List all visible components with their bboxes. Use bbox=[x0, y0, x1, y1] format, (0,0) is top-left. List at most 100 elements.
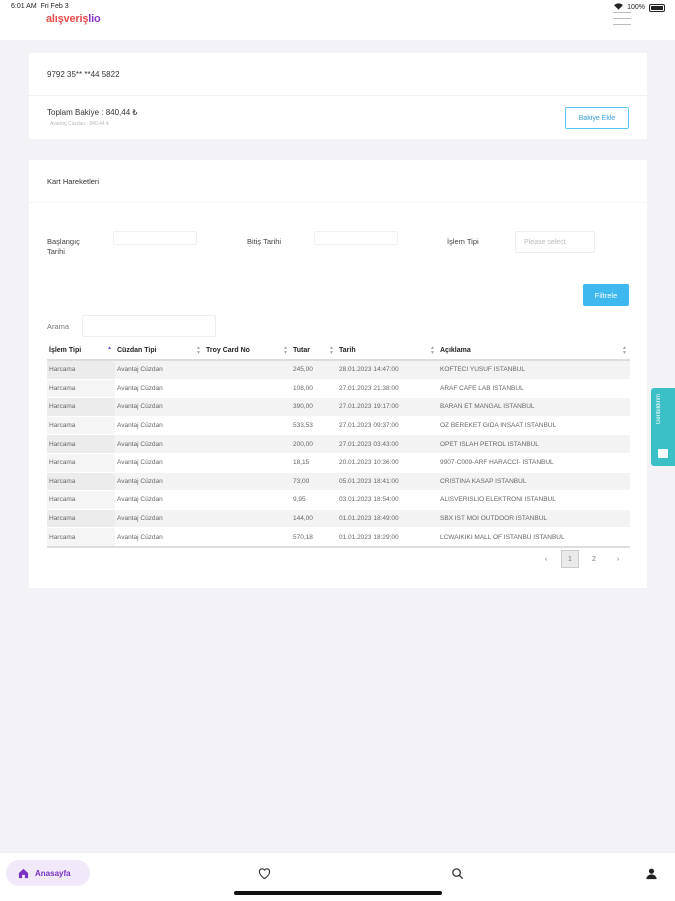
cell-description: CRISTINA KASAP ISTANBUL bbox=[438, 472, 630, 492]
table-row[interactable]: Harcama Avantaj Cüzdan 144,00 01.01.2023 18… bbox=[47, 509, 630, 529]
page-2-button[interactable]: 2 bbox=[585, 550, 603, 568]
cell-date: 03.01.2023 18:54:00 bbox=[337, 490, 438, 510]
cell-type: Harcama bbox=[47, 453, 115, 473]
cell-card bbox=[204, 360, 291, 380]
battery-icon bbox=[649, 3, 665, 12]
cell-wallet: Avantaj Cüzdan bbox=[115, 360, 204, 380]
feedback-tab[interactable]: Geribildirim bbox=[651, 388, 675, 466]
cell-card bbox=[204, 379, 291, 399]
cell-card bbox=[204, 434, 291, 454]
table-row[interactable]: Harcama Avantaj Cüzdan 108,00 27.01.2023 21… bbox=[47, 379, 630, 399]
cell-type: Harcama bbox=[47, 434, 115, 454]
sort-asc-icon: ▲ bbox=[107, 345, 112, 351]
cell-amount: 108,00 bbox=[291, 379, 337, 399]
search-input[interactable] bbox=[82, 315, 216, 337]
cell-amount: 200,00 bbox=[291, 434, 337, 454]
tab-home[interactable]: Anasayfa bbox=[6, 860, 90, 886]
status-time: 6:01 AM Fri Feb 3 bbox=[11, 3, 69, 10]
table-row[interactable]: Harcama Avantaj Cüzdan 390,00 27.01.2023 19… bbox=[47, 397, 630, 417]
cell-card bbox=[204, 490, 291, 510]
cell-description: LCWAIKIKI MALL OF ISTANBU ISTANBUL bbox=[438, 527, 630, 548]
cell-date: 27.01.2023 19:17:00 bbox=[337, 397, 438, 417]
card-number: 9792 35** **44 5822 bbox=[47, 70, 120, 79]
cell-description: KOFTECI YUSUF ISTANBUL bbox=[438, 360, 630, 380]
table-row[interactable]: Harcama Avantaj Cüzdan 18,15 20.01.2023 10:… bbox=[47, 453, 630, 473]
cell-date: 27.01.2023 09:37:00 bbox=[337, 416, 438, 436]
logo-text-accent: lio bbox=[88, 13, 101, 25]
heart-icon[interactable] bbox=[258, 867, 271, 880]
cell-description: SBX IST MOI OUTDOOR ISTANBUL bbox=[438, 509, 630, 529]
cell-card bbox=[204, 416, 291, 436]
sort-icon: ▲ ▼ bbox=[430, 345, 435, 356]
cell-date: 05.01.2023 18:41:00 bbox=[337, 472, 438, 492]
cell-wallet: Avantaj Cüzdan bbox=[115, 379, 204, 399]
search-icon[interactable] bbox=[451, 867, 464, 880]
cell-date: 27.01.2023 21:38:00 bbox=[337, 379, 438, 399]
cell-description: OPET ISLAH PETROL ISTANBUL bbox=[438, 434, 630, 454]
column-header-type[interactable]: İşlem Tipi ▲ bbox=[47, 342, 115, 361]
total-balance: Toplam Bakiye : 840,44 ₺ bbox=[47, 108, 138, 117]
type-label: İşlem Tipi bbox=[447, 237, 479, 246]
cell-type: Harcama bbox=[47, 360, 115, 380]
table-row[interactable]: Harcama Avantaj Cüzdan 533,53 27.01.2023 09… bbox=[47, 416, 630, 436]
cell-description: BARAN ET MANGAL ISTANBUL bbox=[438, 397, 630, 417]
cell-date: 20.01.2023 10:36:00 bbox=[337, 453, 438, 473]
column-header-wallet[interactable]: Cüzdan Tipi ▲ ▼ bbox=[115, 342, 204, 361]
cell-type: Harcama bbox=[47, 472, 115, 492]
page-1-button[interactable]: 1 bbox=[561, 550, 579, 568]
end-date-input[interactable] bbox=[314, 231, 398, 245]
battery-percent: 100% bbox=[627, 4, 645, 11]
cell-card bbox=[204, 472, 291, 492]
type-select[interactable]: Please select bbox=[515, 231, 595, 253]
cell-card bbox=[204, 397, 291, 417]
feedback-label: Geribildirim bbox=[656, 394, 662, 425]
cell-wallet: Avantaj Cüzdan bbox=[115, 416, 204, 436]
cell-card bbox=[204, 527, 291, 548]
prev-page-button[interactable]: ‹ bbox=[537, 550, 555, 568]
cell-type: Harcama bbox=[47, 509, 115, 529]
next-page-button[interactable]: › bbox=[609, 550, 627, 568]
column-label: İşlem Tipi bbox=[49, 347, 82, 354]
status-indicators: 100% bbox=[614, 3, 665, 12]
sort-icon: ▲ ▼ bbox=[283, 345, 288, 356]
logo-text-main: alışveriş bbox=[46, 13, 89, 25]
filter-button[interactable]: Filtrele bbox=[583, 284, 629, 306]
wallet-balance: Avantaj Cüzdan : 840,44 ₺ bbox=[50, 121, 110, 127]
table-row[interactable]: Harcama Avantaj Cüzdan 9,95 03.01.2023 18:5… bbox=[47, 490, 630, 510]
sort-icon: ▲ ▼ bbox=[196, 345, 201, 356]
cell-date: 01.01.2023 18:29:00 bbox=[337, 527, 438, 548]
app-header: 6:01 AM Fri Feb 3 100% alışverişlio bbox=[0, 0, 675, 40]
table-row[interactable]: Harcama Avantaj Cüzdan 245,00 28.01.2023 14… bbox=[47, 360, 630, 380]
add-balance-button[interactable]: Bakiye Ekle bbox=[565, 107, 629, 129]
cell-description: ALISVERISLIO ELEKTRONI ISTANBUL bbox=[438, 490, 630, 510]
table-row[interactable]: Harcama Avantaj Cüzdan 570,18 01.01.2023 18… bbox=[47, 527, 630, 548]
status-date: Fri Feb 3 bbox=[40, 3, 69, 10]
cell-amount: 570,18 bbox=[291, 527, 337, 548]
transactions-panel: Kart Hareketleri Başlangıç Tarihi Bitiş … bbox=[29, 160, 647, 588]
cell-amount: 73,00 bbox=[291, 472, 337, 492]
cell-wallet: Avantaj Cüzdan bbox=[115, 434, 204, 454]
table-row[interactable]: Harcama Avantaj Cüzdan 200,00 27.01.2023 03… bbox=[47, 434, 630, 454]
cell-amount: 245,00 bbox=[291, 360, 337, 380]
sort-icon: ▲ ▼ bbox=[329, 345, 334, 356]
hamburger-icon[interactable] bbox=[613, 12, 631, 26]
cell-date: 28.01.2023 14:47:00 bbox=[337, 360, 438, 380]
column-header-amount[interactable]: Tutar ▲ ▼ bbox=[291, 342, 337, 361]
cell-wallet: Avantaj Cüzdan bbox=[115, 453, 204, 473]
user-icon[interactable] bbox=[645, 867, 658, 880]
start-date-input[interactable] bbox=[113, 231, 197, 245]
column-header-card[interactable]: Troy Card No ▲ ▼ bbox=[204, 342, 291, 361]
column-header-description[interactable]: Açıklama ▲ ▼ bbox=[438, 342, 630, 361]
cell-date: 01.01.2023 18:49:00 bbox=[337, 509, 438, 529]
cell-amount: 18,15 bbox=[291, 453, 337, 473]
brand-logo[interactable]: alışverişlio bbox=[46, 13, 101, 25]
table-header-row: İşlem Tipi ▲ Cüzdan Tipi ▲ ▼ Troy Card No ▲ ▼… bbox=[47, 342, 630, 361]
cell-amount: 390,00 bbox=[291, 397, 337, 417]
cell-wallet: Avantaj Cüzdan bbox=[115, 490, 204, 510]
table-row[interactable]: Harcama Avantaj Cüzdan 73,00 05.01.2023 18:… bbox=[47, 472, 630, 492]
start-date-label: Başlangıç Tarihi bbox=[47, 237, 80, 256]
cell-amount: 144,00 bbox=[291, 509, 337, 529]
cell-wallet: Avantaj Cüzdan bbox=[115, 527, 204, 548]
wifi-icon bbox=[614, 3, 623, 12]
column-header-date[interactable]: Tarih ▲ ▼ bbox=[337, 342, 438, 361]
